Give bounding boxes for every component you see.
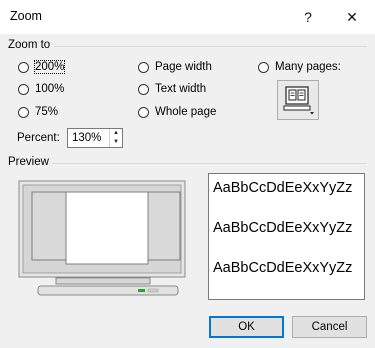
monitor-pages-icon bbox=[283, 86, 314, 115]
preview-divider bbox=[52, 163, 367, 164]
radio-many-pages[interactable]: Many pages: bbox=[258, 61, 341, 73]
radio-page-width[interactable]: Page width bbox=[138, 61, 212, 73]
radio-100[interactable]: 100% bbox=[18, 83, 64, 95]
percent-stepper[interactable]: 130% ▲ ▼ bbox=[67, 128, 123, 148]
help-icon: ? bbox=[304, 9, 312, 25]
ok-button[interactable]: OK bbox=[209, 316, 284, 338]
radio-circle bbox=[258, 61, 269, 73]
help-button[interactable]: ? bbox=[294, 4, 322, 30]
monitor-preview-icon bbox=[18, 180, 186, 296]
radio-circle bbox=[18, 83, 29, 95]
radio-circle bbox=[138, 61, 149, 73]
radio-text-width[interactable]: Text width bbox=[138, 83, 206, 95]
percent-label: Percent: bbox=[17, 132, 60, 144]
radio-circle bbox=[138, 83, 149, 95]
percent-spin-buttons[interactable]: ▲ ▼ bbox=[109, 129, 122, 147]
radio-circle bbox=[18, 61, 29, 73]
radio-many-pages-label: Many pages: bbox=[275, 61, 341, 73]
radio-page-width-label: Page width bbox=[155, 61, 212, 73]
radio-whole-page[interactable]: Whole page bbox=[138, 106, 216, 118]
zoom-to-divider bbox=[54, 46, 367, 47]
spin-up-icon[interactable]: ▲ bbox=[110, 129, 122, 138]
percent-value: 130% bbox=[72, 132, 102, 144]
many-pages-button[interactable] bbox=[277, 80, 319, 120]
cancel-button[interactable]: Cancel bbox=[292, 316, 367, 338]
preview-sample-line: AaBbCcDdEeXxYyZz bbox=[213, 180, 353, 196]
preview-label: Preview bbox=[8, 156, 49, 168]
radio-text-width-label: Text width bbox=[155, 83, 207, 95]
close-button[interactable]: ✕ bbox=[338, 4, 366, 30]
radio-75[interactable]: 75% bbox=[18, 106, 58, 118]
close-icon: ✕ bbox=[346, 8, 358, 25]
spin-down-icon[interactable]: ▼ bbox=[110, 138, 122, 147]
preview-sample-line: AaBbCcDdEeXxYyZz bbox=[213, 220, 353, 236]
zoom-to-label: Zoom to bbox=[8, 39, 51, 51]
radio-75-label: 75% bbox=[35, 106, 59, 118]
radio-100-label: 100% bbox=[35, 83, 65, 95]
radio-200[interactable]: 200% bbox=[18, 60, 66, 74]
preview-sample-box: AaBbCcDdEeXxYyZz AaBbCcDdEeXxYyZz AaBbCc… bbox=[208, 173, 365, 300]
dialog-title: Zoom bbox=[10, 9, 42, 23]
radio-whole-page-label: Whole page bbox=[155, 106, 217, 118]
radio-circle bbox=[138, 106, 149, 118]
radio-200-label: 200% bbox=[33, 60, 66, 74]
preview-sample-line: AaBbCcDdEeXxYyZz bbox=[213, 260, 353, 276]
radio-circle bbox=[18, 106, 29, 118]
